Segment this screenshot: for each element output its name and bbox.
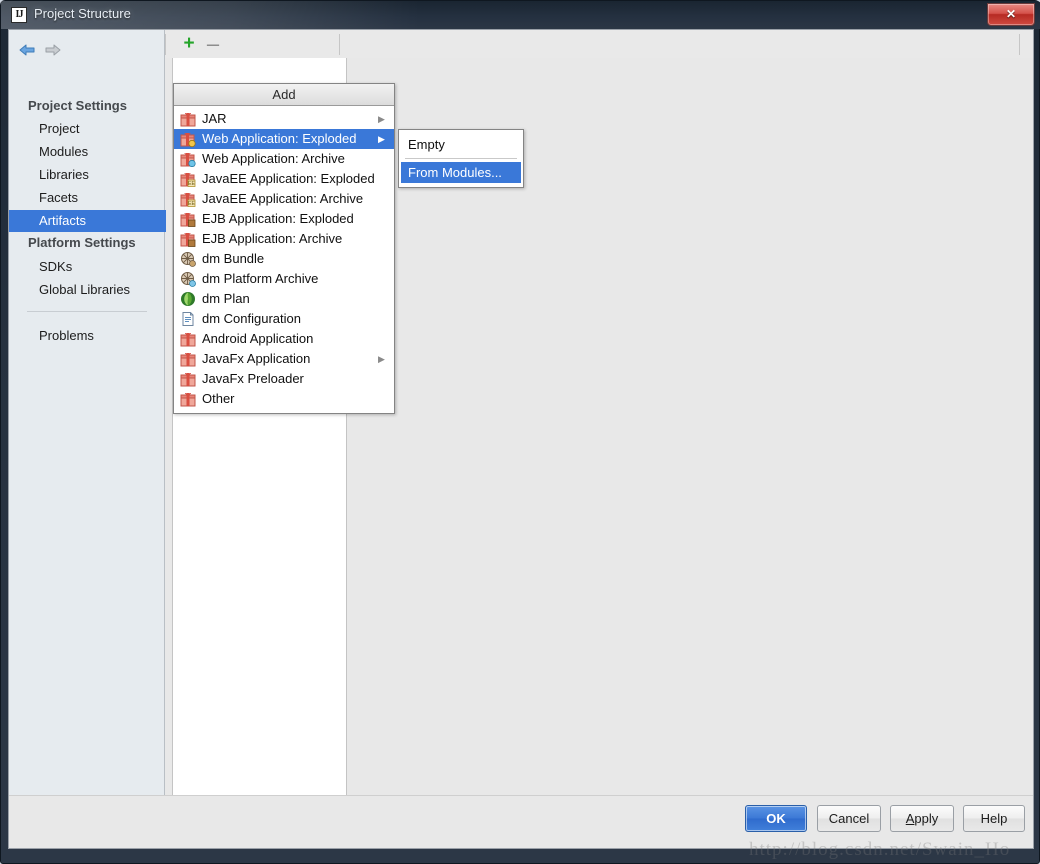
nav-forward-icon[interactable] bbox=[43, 40, 63, 60]
menu-item-dm-configuration[interactable]: dm Configuration bbox=[174, 309, 394, 329]
nav-back-icon[interactable] bbox=[17, 40, 37, 60]
menu-item-ejb-application-exploded[interactable]: EJB Application: Exploded bbox=[174, 209, 394, 229]
menu-item-jar[interactable]: JAR ▶ bbox=[174, 109, 394, 129]
sidebar-item-problems[interactable]: Problems bbox=[9, 325, 165, 347]
menu-item-label: EJB Application: Exploded bbox=[202, 211, 354, 226]
toolbar-separator-left bbox=[165, 34, 166, 55]
package-icon bbox=[180, 371, 196, 387]
package-web-icon bbox=[180, 131, 196, 148]
menu-item-label: dm Plan bbox=[202, 291, 250, 306]
dm-bundle-icon bbox=[180, 251, 196, 267]
package-icon bbox=[180, 111, 196, 127]
sidebar-item-libraries[interactable]: Libraries bbox=[9, 164, 165, 186]
dm-platform-icon bbox=[180, 271, 196, 287]
package-icon bbox=[180, 391, 196, 407]
artifacts-toolbar: + – bbox=[165, 30, 1033, 58]
menu-item-label: dm Configuration bbox=[202, 311, 301, 326]
toolbar-separator-mid bbox=[339, 34, 340, 55]
project-structure-window: IJ Project Structure ✕ Project Settings … bbox=[0, 0, 1040, 864]
sidebar-group-platform-settings: Platform Settings bbox=[28, 235, 136, 250]
menu-item-web-application-exploded[interactable]: Web Application: Exploded ▶ bbox=[174, 129, 394, 149]
menu-item-javaee-application-archive[interactable]: EE JavaEE Application: Archive bbox=[174, 189, 394, 209]
menu-item-label: Other bbox=[202, 391, 235, 406]
dialog-client-area: Project Settings Project Modules Librari… bbox=[8, 29, 1034, 849]
menu-item-label: Android Application bbox=[202, 331, 314, 346]
menu-item-label: JAR bbox=[202, 111, 227, 126]
menu-item-javaee-application-exploded[interactable]: EE JavaEE Application: Exploded bbox=[174, 169, 394, 189]
add-artifact-menu: Add JAR ▶ Web Application: Exploded ▶ We… bbox=[173, 83, 395, 414]
menu-item-label: dm Bundle bbox=[202, 251, 265, 266]
sidebar-group-project-settings: Project Settings bbox=[28, 98, 127, 113]
toolbar-separator-right bbox=[1019, 34, 1020, 55]
add-menu-title: Add bbox=[174, 84, 394, 106]
add-menu-items: JAR ▶ Web Application: Exploded ▶ Web Ap… bbox=[174, 106, 394, 413]
intellij-app-icon: IJ bbox=[11, 7, 27, 23]
menu-item-dm-plan[interactable]: dm Plan bbox=[174, 289, 394, 309]
title-bar: IJ Project Structure ✕ bbox=[1, 1, 1040, 29]
sidebar-item-facets[interactable]: Facets bbox=[9, 187, 165, 209]
menu-item-android-application[interactable]: Android Application bbox=[174, 329, 394, 349]
submenu-separator bbox=[405, 158, 517, 159]
menu-item-label: dm Platform Archive bbox=[202, 271, 319, 286]
menu-item-javafx-application[interactable]: JavaFx Application ▶ bbox=[174, 349, 394, 369]
menu-item-dm-platform-archive[interactable]: dm Platform Archive bbox=[174, 269, 394, 289]
dm-plan-icon bbox=[180, 291, 196, 307]
menu-item-label: EJB Application: Archive bbox=[202, 231, 343, 246]
window-title: Project Structure bbox=[34, 6, 131, 21]
close-icon[interactable]: ✕ bbox=[987, 3, 1035, 26]
document-icon bbox=[180, 311, 196, 327]
svg-text:EE: EE bbox=[188, 201, 195, 207]
menu-item-javafx-preloader[interactable]: JavaFx Preloader bbox=[174, 369, 394, 389]
svg-text:EE: EE bbox=[188, 181, 195, 187]
submenu-item-empty[interactable]: Empty bbox=[399, 134, 523, 155]
menu-item-label: JavaFx Preloader bbox=[202, 371, 304, 386]
sidebar-item-project[interactable]: Project bbox=[9, 118, 165, 140]
sidebar-item-sdks[interactable]: SDKs bbox=[9, 256, 165, 278]
menu-item-label: Web Application: Exploded bbox=[202, 131, 357, 146]
package-web-icon bbox=[180, 151, 196, 168]
apply-rest: pply bbox=[914, 811, 939, 826]
chevron-right-icon: ▶ bbox=[378, 114, 385, 124]
sidebar-item-artifacts[interactable]: Artifacts bbox=[9, 210, 166, 232]
menu-item-label: JavaEE Application: Exploded bbox=[202, 171, 375, 186]
package-javaee-icon: EE bbox=[180, 171, 196, 187]
package-ejb-icon bbox=[180, 211, 196, 227]
dialog-button-bar: OK Cancel Apply Help bbox=[9, 795, 1033, 848]
package-javaee-icon: EE bbox=[180, 191, 196, 207]
menu-item-other[interactable]: Other bbox=[174, 389, 394, 409]
menu-item-label: JavaEE Application: Archive bbox=[202, 191, 364, 206]
menu-item-label: Web Application: Archive bbox=[202, 151, 345, 166]
sidebar-item-modules[interactable]: Modules bbox=[9, 141, 165, 163]
submenu-item-from-modules[interactable]: From Modules... bbox=[401, 162, 521, 183]
menu-item-ejb-application-archive[interactable]: EJB Application: Archive bbox=[174, 229, 394, 249]
package-ejb-icon bbox=[180, 231, 196, 247]
apply-button[interactable]: Apply bbox=[890, 805, 954, 832]
package-icon bbox=[180, 331, 196, 347]
chevron-right-icon: ▶ bbox=[378, 354, 385, 364]
sidebar-item-global-libraries[interactable]: Global Libraries bbox=[9, 279, 165, 301]
menu-item-web-application-archive[interactable]: Web Application: Archive bbox=[174, 149, 394, 169]
menu-item-label: JavaFx Application bbox=[202, 351, 311, 366]
menu-item-dm-bundle[interactable]: dm Bundle bbox=[174, 249, 394, 269]
web-application-exploded-submenu: Empty From Modules... bbox=[398, 129, 524, 188]
cancel-button[interactable]: Cancel bbox=[817, 805, 881, 832]
help-button[interactable]: Help bbox=[963, 805, 1025, 832]
package-icon bbox=[180, 351, 196, 367]
ok-button[interactable]: OK bbox=[745, 805, 807, 832]
settings-sidebar: Project Settings Project Modules Librari… bbox=[9, 30, 166, 821]
remove-artifact-button: – bbox=[206, 31, 220, 56]
sidebar-divider bbox=[27, 311, 147, 312]
chevron-right-icon: ▶ bbox=[378, 134, 385, 144]
add-artifact-button[interactable]: + bbox=[179, 34, 199, 54]
